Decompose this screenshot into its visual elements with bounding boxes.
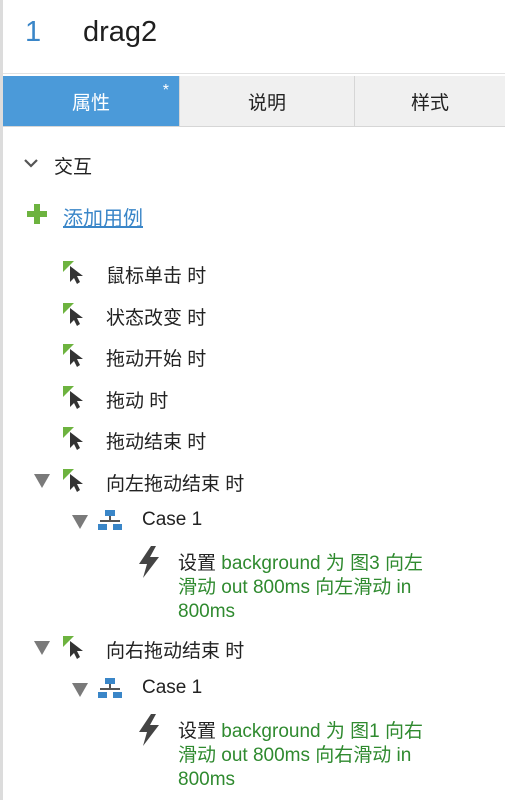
modified-mark: *	[162, 82, 169, 99]
widget-number: 1	[25, 16, 42, 48]
action-set-panel-state[interactable]: 设置 background 为 图3 向左 滑动 out 800ms 向左滑动 …	[178, 552, 478, 624]
tab-notes-label: 说明	[247, 92, 286, 114]
chevron-down-icon[interactable]	[22, 154, 40, 172]
case-flow-icon	[98, 678, 122, 698]
lightning-icon	[139, 546, 159, 578]
collapse-triangle-icon[interactable]	[34, 474, 50, 488]
plus-icon[interactable]	[26, 203, 48, 225]
event-swipe-left-end[interactable]: 向左拖动结束 时	[106, 469, 244, 496]
tab-style-label: 样式	[410, 92, 449, 114]
tab-properties-label: 属性	[71, 92, 110, 114]
cursor-event-icon	[63, 344, 83, 367]
action-detail-line1: background 为 图1 向右	[221, 721, 423, 742]
cursor-event-icon	[63, 386, 83, 409]
widget-name[interactable]: drag2	[83, 16, 157, 49]
action-detail-line2: 滑动 out 800ms 向左滑动 in	[178, 577, 412, 598]
collapse-triangle-icon[interactable]	[34, 641, 50, 655]
action-verb: 设置	[178, 721, 217, 742]
event-state-change[interactable]: 状态改变 时	[106, 303, 206, 330]
action-detail-line1: background 为 图3 向左	[221, 553, 423, 574]
collapse-triangle-icon[interactable]	[72, 515, 88, 529]
cursor-event-icon	[63, 427, 83, 450]
collapse-triangle-icon[interactable]	[72, 683, 88, 697]
action-verb: 设置	[178, 553, 217, 574]
event-drag-end[interactable]: 拖动结束 时	[106, 427, 206, 454]
cursor-event-icon	[63, 636, 83, 659]
section-interactions-label: 交互	[54, 157, 93, 178]
case-label[interactable]: Case 1	[142, 677, 202, 699]
add-case-link[interactable]: 添加用例	[63, 202, 143, 231]
cursor-event-icon	[63, 261, 83, 284]
case-flow-icon	[98, 510, 122, 530]
action-detail-line3: 800ms	[178, 769, 236, 790]
tab-notes[interactable]: 说明	[180, 76, 355, 126]
cursor-event-icon	[63, 303, 83, 326]
action-set-panel-state[interactable]: 设置 background 为 图1 向右 滑动 out 800ms 向右滑动 …	[178, 720, 478, 792]
action-detail-line2: 滑动 out 800ms 向右滑动 in	[178, 745, 412, 766]
tab-properties[interactable]: 属性 *	[3, 76, 180, 126]
lightning-icon	[139, 714, 159, 746]
case-label[interactable]: Case 1	[142, 509, 202, 531]
tab-divider	[3, 126, 505, 127]
event-drag[interactable]: 拖动 时	[106, 386, 168, 413]
action-detail-line3: 800ms	[178, 601, 236, 622]
widget-title-bar: 1 drag2	[3, 0, 505, 74]
event-mouse-click[interactable]: 鼠标单击 时	[106, 261, 206, 288]
tab-bar: 属性 * 说明 样式	[3, 76, 505, 126]
tab-style[interactable]: 样式	[355, 76, 505, 126]
event-swipe-right-end[interactable]: 向右拖动结束 时	[106, 636, 244, 663]
event-drag-start[interactable]: 拖动开始 时	[106, 344, 206, 371]
cursor-event-icon	[63, 469, 83, 492]
